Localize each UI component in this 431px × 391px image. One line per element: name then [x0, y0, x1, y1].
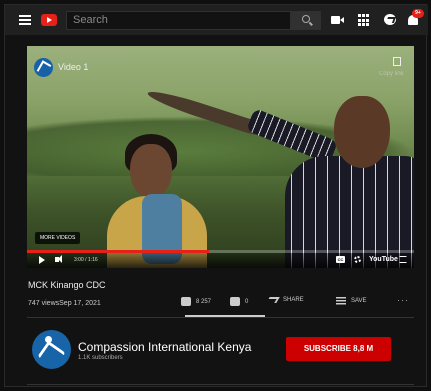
video-frame-woman-face — [130, 144, 172, 198]
video-player[interactable]: Video 1 Copy link MORE VIDEOS 3:00 / 1:1… — [27, 46, 414, 268]
messages-icon[interactable] — [384, 14, 397, 27]
more-actions-icon[interactable]: ··· — [397, 295, 409, 305]
share-icon — [266, 297, 280, 303]
player-controls: 3:00 / 1:16 CC YouTube — [27, 253, 414, 268]
dislike-button[interactable]: 0 — [230, 297, 248, 306]
views-and-date: 747 viewsSep 17, 2021 — [28, 300, 101, 307]
volume-icon[interactable] — [55, 255, 62, 263]
thumbs-up-icon — [181, 297, 191, 306]
video-title: MCK Kinango CDC — [28, 280, 106, 290]
menu-icon[interactable] — [19, 15, 31, 25]
video-overlay-title[interactable]: Video 1 — [58, 62, 88, 72]
subscriber-count: 1.1K subscribers — [78, 355, 123, 361]
top-bar: Search 9+ — [5, 5, 428, 35]
divider — [27, 384, 414, 385]
more-videos-button[interactable]: MORE VIDEOS — [35, 232, 81, 244]
share-label: SHARE — [283, 297, 304, 303]
copy-link-label: Copy link — [379, 71, 404, 77]
apps-icon[interactable] — [358, 14, 371, 27]
youtube-window: Search 9+ Video 1 Copy link MORE VIDEOS … — [4, 4, 428, 387]
save-label: SAVE — [351, 298, 367, 304]
notification-badge: 9+ — [412, 9, 424, 18]
dislike-count: 0 — [245, 298, 249, 305]
time-display: 3:00 / 1:16 — [74, 257, 98, 263]
channel-avatar-small[interactable] — [34, 58, 53, 77]
thumbs-down-icon — [230, 297, 240, 306]
create-video-icon[interactable] — [331, 14, 344, 27]
video-frame-man-head — [334, 96, 390, 168]
channel-avatar[interactable] — [32, 330, 71, 369]
save-button[interactable]: SAVE — [336, 297, 367, 305]
fullscreen-icon[interactable] — [399, 256, 407, 263]
settings-icon[interactable] — [354, 256, 361, 263]
like-count: 8 257 — [196, 298, 212, 305]
youtube-logo-icon[interactable] — [41, 14, 57, 26]
captions-icon[interactable]: CC — [336, 256, 345, 263]
search-button[interactable] — [291, 11, 321, 30]
like-button[interactable]: 8 257 — [181, 297, 211, 306]
play-icon[interactable] — [39, 256, 45, 264]
search-icon — [302, 15, 310, 23]
copy-icon[interactable] — [393, 57, 401, 66]
channel-name[interactable]: Compassion International Kenya — [78, 340, 251, 354]
subscribe-button[interactable]: SUBSCRIBE 8,8 M — [286, 337, 391, 361]
playlist-add-icon — [336, 297, 346, 305]
divider — [27, 317, 414, 318]
search-input[interactable]: Search — [66, 11, 291, 30]
youtube-watermark[interactable]: YouTube — [369, 256, 398, 263]
share-button[interactable]: SHARE — [266, 297, 304, 303]
